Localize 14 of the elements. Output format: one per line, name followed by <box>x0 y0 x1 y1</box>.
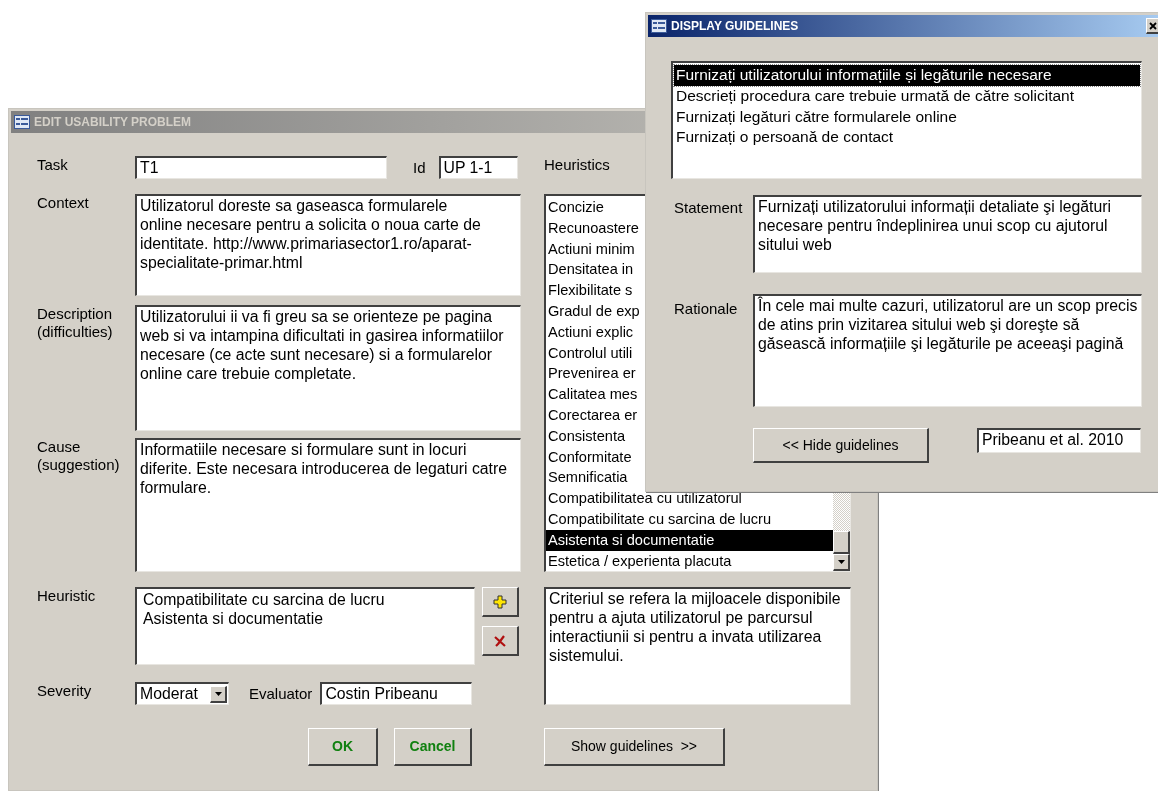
field-label: Severity <box>37 682 93 701</box>
dropdown-value: Moderat <box>140 684 198 704</box>
field-label: Task <box>37 156 69 175</box>
window-title: EDIT USABILITY PROBLEM <box>34 114 192 130</box>
field-label: Heuristic <box>37 587 97 606</box>
field-label: Cause (suggestion) <box>37 438 121 475</box>
field-label: Statement <box>673 198 744 218</box>
field-label: Context <box>37 194 90 213</box>
field-label: Heuristics <box>544 156 611 175</box>
field-label: Rationale <box>673 299 739 319</box>
window-title: DISPLAY GUIDELINES <box>671 18 799 34</box>
field-label: Id <box>413 158 426 177</box>
field-label: Description (difficulties) <box>37 305 114 342</box>
field-label: Evaluator <box>249 684 313 703</box>
